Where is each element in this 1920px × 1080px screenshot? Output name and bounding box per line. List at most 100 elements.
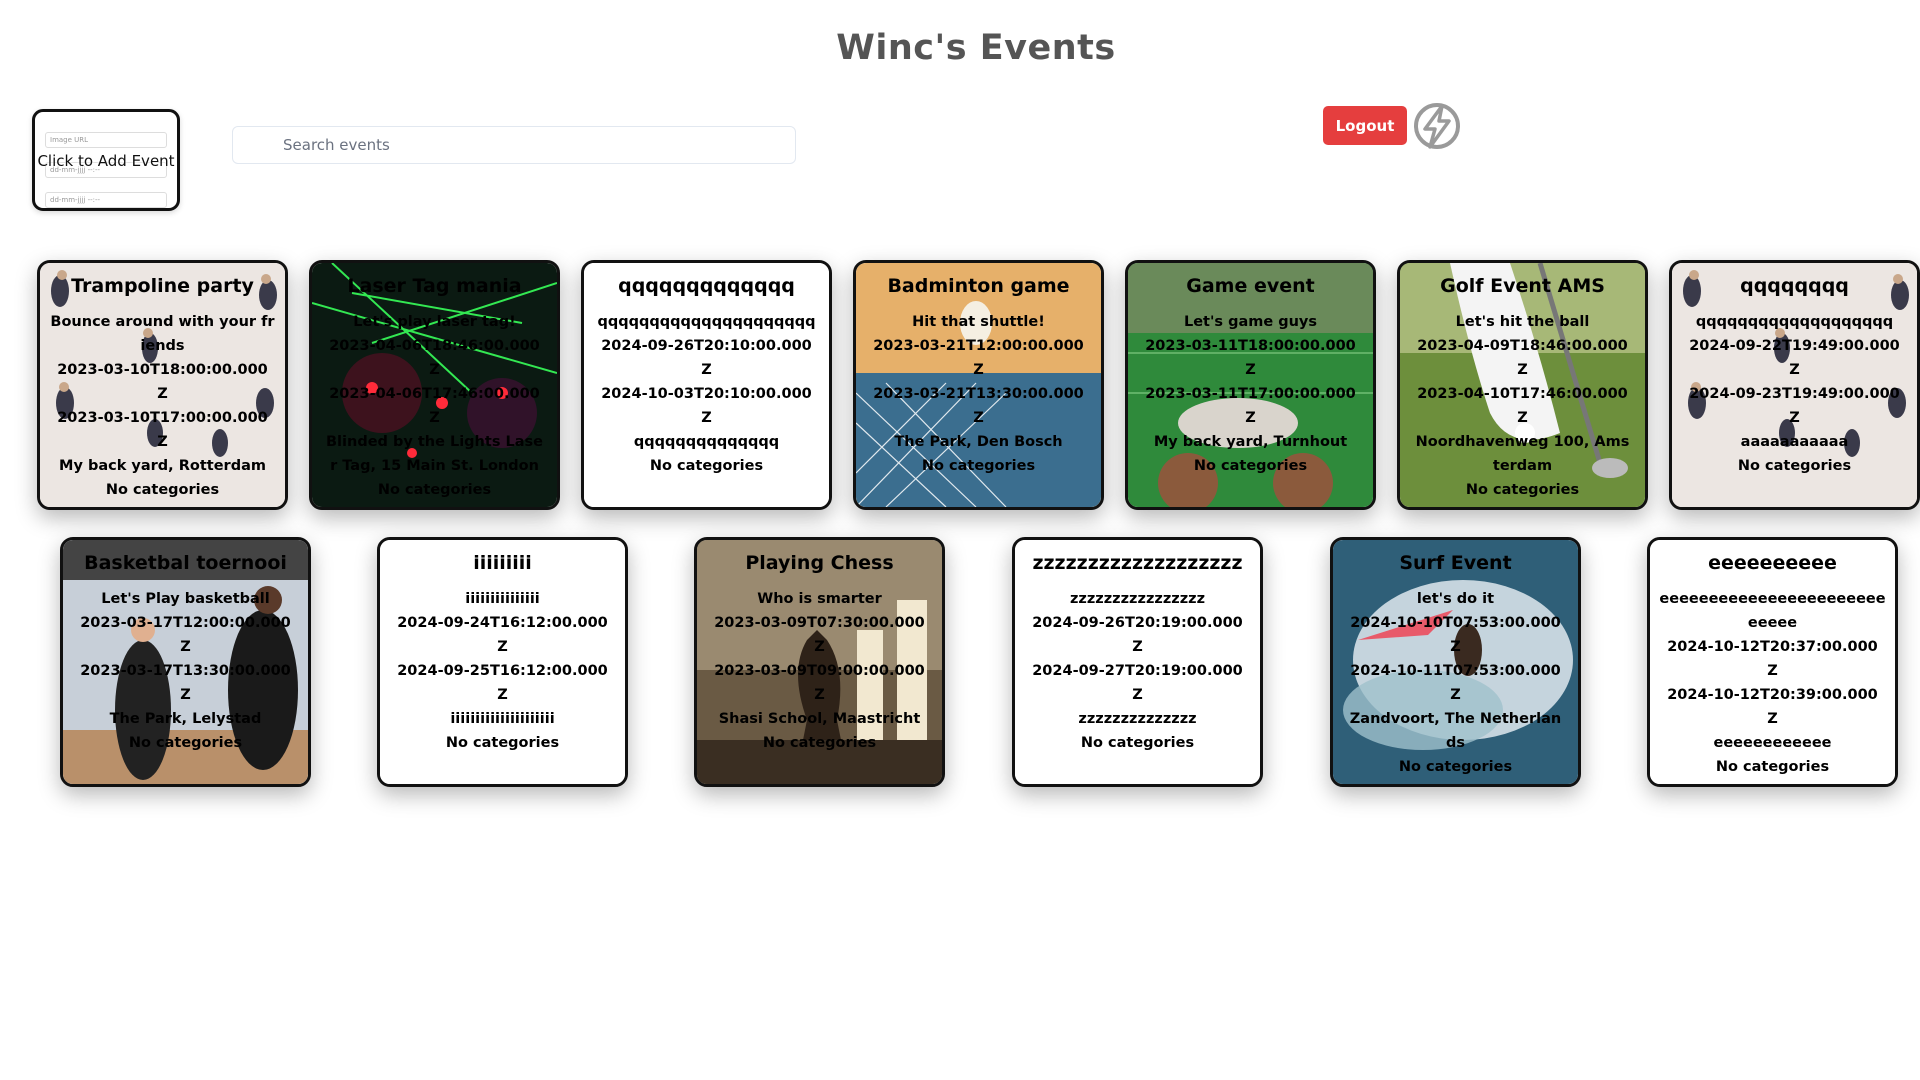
event-start-time: 2024-09-26T20:10:00.000Z	[601, 338, 812, 378]
event-categories: No categories	[1715, 759, 1830, 775]
event-card[interactable]: Playing Chess Who is smarter 2023-03-09T07…	[694, 537, 945, 787]
add-event-label: Click to Add Event	[37, 152, 175, 170]
event-card-content: qqqqqqqqqqqqq qqqqqqqqqqqqqqqqqqqqq 2024-0…	[584, 263, 829, 507]
add-event-image-field: Image URL	[45, 132, 167, 148]
event-description: Let's game guys	[1183, 314, 1318, 330]
event-description: qqqqqqqqqqqqqqqqqqq	[1695, 314, 1894, 330]
event-description: let's do it	[1416, 591, 1495, 607]
event-end-time: 2023-03-09T09:00:00.000Z	[714, 663, 925, 703]
event-start-time: 2023-04-09T18:46:00.000Z	[1417, 338, 1628, 378]
event-card-content: zzzzzzzzzzzzzzzzzzz zzzzzzzzzzzzzzzz 2024-…	[1015, 540, 1260, 784]
event-title: iiiiiiiii	[473, 552, 532, 574]
event-location: Blinded by the Lights Laser Tag, 15 Main…	[326, 434, 543, 474]
event-categories: No categories	[128, 735, 243, 751]
event-categories: No categories	[1193, 458, 1308, 474]
event-location: aaaaaaaaaaa	[1740, 434, 1849, 450]
event-title: zzzzzzzzzzzzzzzzzzz	[1032, 552, 1243, 574]
event-categories: No categories	[921, 458, 1036, 474]
event-description: iiiiiiiiiiiiiii	[465, 591, 540, 607]
event-categories: No categories	[1398, 759, 1513, 775]
event-categories: No categories	[1465, 482, 1580, 498]
event-end-time: 2024-10-11T07:53:00.000Z	[1350, 663, 1561, 703]
event-description: Let's Play basketball	[101, 591, 270, 607]
event-end-time: 2023-04-06T17:46:00.000Z	[329, 386, 540, 426]
event-card-content: iiiiiiiii iiiiiiiiiiiiiii 2024-09-24T16:12…	[380, 540, 625, 784]
event-location: Noordhavenweg 100, Amsterdam	[1415, 434, 1630, 474]
event-categories: No categories	[105, 482, 220, 498]
event-card-content: eeeeeeeeee eeeeeeeeeeeeeeeeeeeeeeeeeeee 20…	[1650, 540, 1895, 784]
event-title: Golf Event AMS	[1440, 275, 1605, 297]
event-card[interactable]: Golf Event AMS Let's hit the ball 2023-04-…	[1397, 260, 1648, 510]
event-categories: No categories	[1737, 458, 1852, 474]
event-end-time: 2024-09-27T20:19:00.000Z	[1032, 663, 1243, 703]
event-card-content: Badminton game Hit that shuttle! 2023-03-2…	[856, 263, 1101, 507]
event-end-time: 2023-04-10T17:46:00.000Z	[1417, 386, 1628, 426]
event-start-time: 2024-09-22T19:49:00.000Z	[1689, 338, 1900, 378]
event-location: My back yard, Rotterdam	[59, 458, 266, 474]
event-start-time: 2024-10-10T07:53:00.000Z	[1350, 615, 1561, 655]
event-location: The Park, Lelystad	[109, 711, 262, 727]
event-card[interactable]: qqqqqqqq qqqqqqqqqqqqqqqqqqq 2024-09-22T19…	[1669, 260, 1920, 510]
event-location: Shasi School, Maastricht	[718, 711, 921, 727]
event-location: My back yard, Turnhout	[1153, 434, 1348, 450]
event-description: eeeeeeeeeeeeeeeeeeeeeeeeeeee	[1659, 591, 1886, 631]
event-title: Game event	[1186, 275, 1315, 297]
event-location: zzzzzzzzzzzzzz	[1078, 711, 1197, 727]
event-start-time: 2023-03-10T18:00:00.000Z	[57, 362, 268, 402]
event-description: Bounce around with your friends	[50, 314, 275, 354]
event-title: Basketbal toernooi	[84, 552, 287, 574]
event-card[interactable]: eeeeeeeeee eeeeeeeeeeeeeeeeeeeeeeeeeeee 20…	[1647, 537, 1898, 787]
event-location: qqqqqqqqqqqqqq	[633, 434, 780, 450]
event-title: Playing Chess	[745, 552, 894, 574]
event-end-time: 2023-03-17T13:30:00.000Z	[80, 663, 291, 703]
event-card[interactable]: Badminton game Hit that shuttle! 2023-03-2…	[853, 260, 1104, 510]
event-location: eeeeeeeeeeee	[1713, 735, 1832, 751]
event-card-content: Golf Event AMS Let's hit the ball 2023-04-…	[1400, 263, 1645, 507]
event-end-time: 2024-09-23T19:49:00.000Z	[1689, 386, 1900, 426]
search-input[interactable]	[232, 126, 796, 164]
event-start-time: 2024-10-12T20:37:00.000Z	[1667, 639, 1878, 679]
event-end-time: 2024-10-12T20:39:00.000Z	[1667, 687, 1878, 727]
event-card[interactable]: Game event Let's game guys 2023-03-11T18:0…	[1125, 260, 1376, 510]
add-event-end-field: dd-mm-jjjj --:--	[45, 192, 167, 208]
event-start-time: 2023-03-17T12:00:00.000Z	[80, 615, 291, 655]
event-card[interactable]: Laser Tag mania Let's play laser tag! 2023…	[309, 260, 560, 510]
event-card[interactable]: Trampoline party Bounce around with your …	[37, 260, 288, 510]
lightning-bolt-icon	[1414, 103, 1460, 149]
event-card-content: Laser Tag mania Let's play laser tag! 2023…	[312, 263, 557, 507]
event-start-time: 2024-09-26T20:19:00.000Z	[1032, 615, 1243, 655]
event-description: Let's hit the ball	[1455, 314, 1590, 330]
event-card-content: Playing Chess Who is smarter 2023-03-09T07…	[697, 540, 942, 784]
event-card-content: Basketbal toernooi Let's Play basketball 2…	[63, 540, 308, 784]
event-end-time: 2024-10-03T20:10:00.000Z	[601, 386, 812, 426]
event-description: zzzzzzzzzzzzzzzz	[1069, 591, 1206, 607]
event-title: Laser Tag mania	[347, 275, 522, 297]
event-start-time: 2023-03-11T18:00:00.000Z	[1145, 338, 1356, 378]
event-card-content: qqqqqqqq qqqqqqqqqqqqqqqqqqq 2024-09-22T19…	[1672, 263, 1917, 507]
event-description: Who is smarter	[757, 591, 882, 607]
event-start-time: 2023-03-21T12:00:00.000Z	[873, 338, 1084, 378]
logout-button[interactable]: Logout	[1323, 106, 1407, 145]
event-location: Zandvoort, The Netherlands	[1349, 711, 1562, 751]
event-categories: No categories	[377, 482, 492, 498]
event-title: Trampoline party	[71, 275, 254, 297]
event-card[interactable]: iiiiiiiii iiiiiiiiiiiiiii 2024-09-24T16:12…	[377, 537, 628, 787]
event-end-time: 2023-03-21T13:30:00.000Z	[873, 386, 1084, 426]
event-start-time: 2023-04-06T18:46:00.000Z	[329, 338, 540, 378]
add-event-button[interactable]: Image URL dd-mm-jjjj --:-- dd-mm-jjjj --…	[32, 109, 180, 211]
page-title: Winc's Events	[836, 28, 1116, 68]
event-card-content: Surf Event let's do it 2024-10-10T07:53:00…	[1333, 540, 1578, 784]
event-card[interactable]: qqqqqqqqqqqqq qqqqqqqqqqqqqqqqqqqqq 2024-0…	[581, 260, 832, 510]
event-title: qqqqqqqq	[1740, 275, 1849, 297]
event-categories: No categories	[445, 735, 560, 751]
event-description: Hit that shuttle!	[912, 314, 1045, 330]
event-card[interactable]: zzzzzzzzzzzzzzzzzzz zzzzzzzzzzzzzzzz 2024-…	[1012, 537, 1263, 787]
event-title: Badminton game	[887, 275, 1070, 297]
page: Winc's Events Image URL dd-mm-jjjj --:--…	[0, 0, 1920, 1080]
event-start-time: 2023-03-09T07:30:00.000Z	[714, 615, 925, 655]
event-title: eeeeeeeeee	[1708, 552, 1837, 574]
event-title: qqqqqqqqqqqqq	[618, 275, 795, 297]
event-card[interactable]: Basketbal toernooi Let's Play basketball 2…	[60, 537, 311, 787]
event-card[interactable]: Surf Event let's do it 2024-10-10T07:53:00…	[1330, 537, 1581, 787]
event-card-content: Trampoline party Bounce around with your …	[40, 263, 285, 507]
